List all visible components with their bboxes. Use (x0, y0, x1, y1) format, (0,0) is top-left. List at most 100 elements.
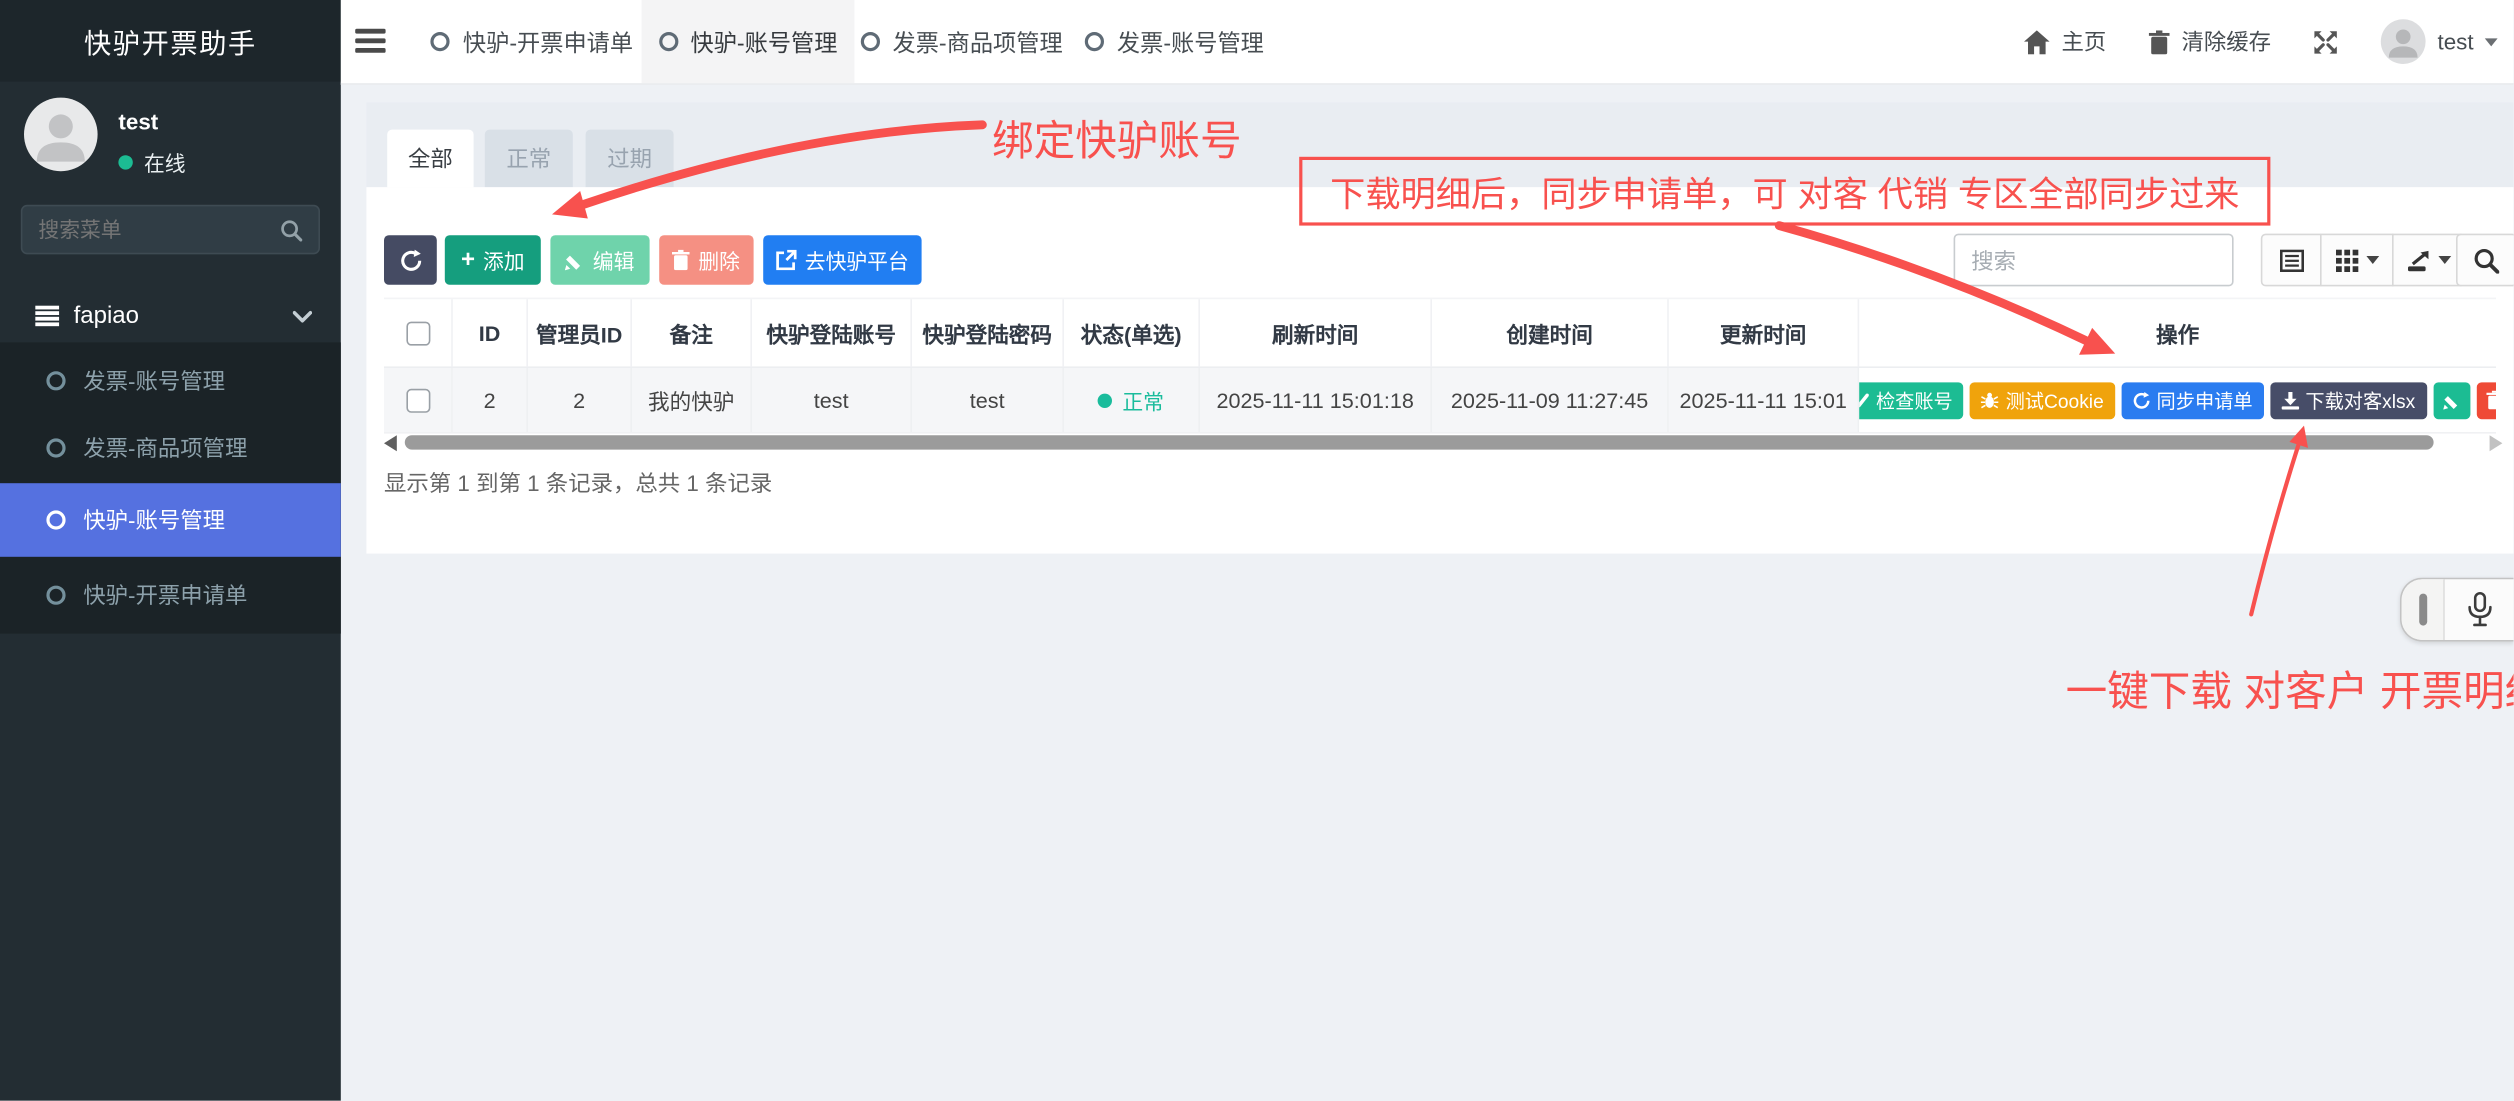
sidebar-search (21, 205, 320, 255)
topbar: 快驴-开票申请单 快驴-账号管理 发票-商品项管理 发票-账号管理 主页 (341, 0, 2514, 85)
cell-refresh-time: 2025-11-11 15:01:18 (1200, 368, 1432, 432)
refresh-icon (399, 249, 421, 271)
filter-tab-all[interactable]: 全部 (387, 130, 473, 188)
circle-icon (659, 32, 678, 51)
test-cookie-label: 测试Cookie (2006, 386, 2104, 413)
check-account-button[interactable]: 检查账号 (1859, 382, 1964, 419)
online-dot-icon (118, 155, 132, 169)
cell-status: 正常 (1064, 368, 1200, 432)
sidebar-item-kuailv-invoice[interactable]: 快驴-开票申请单 (0, 560, 341, 630)
go-platform-label: 去快驴平台 (805, 245, 909, 275)
handle-bar-icon (2418, 594, 2426, 626)
col-account[interactable]: 快驴登陆账号 (752, 299, 912, 366)
sync-requests-label: 同步申请单 (2157, 386, 2253, 413)
voice-input-widget (2400, 578, 2514, 642)
scroll-right-arrow[interactable] (2490, 435, 2503, 451)
menu-search-input[interactable] (22, 218, 280, 242)
tab-label: 快驴-开票申请单 (463, 25, 633, 59)
cell-update-time: 2025-11-11 15:01 (1669, 368, 1859, 432)
col-password[interactable]: 快驴登陆密码 (912, 299, 1064, 366)
filter-tab-label: 正常 (506, 142, 551, 174)
download-xlsx-button[interactable]: 下载对客xlsx (2270, 382, 2426, 419)
tab-fapiao-goods[interactable]: 发票-商品项管理 (854, 0, 1068, 83)
cell-create-time: 2025-11-09 11:27:45 (1432, 368, 1669, 432)
tab-label: 快驴-账号管理 (691, 25, 838, 59)
search-icon (2474, 247, 2500, 273)
col-status[interactable]: 状态(单选) (1064, 299, 1200, 366)
sidebar-item-label: 快驴-账号管理 (83, 504, 225, 536)
check-account-label: 检查账号 (1876, 386, 1953, 413)
col-update-time[interactable]: 更新时间 (1669, 299, 1859, 366)
search-icon (280, 218, 302, 240)
test-cookie-button[interactable]: 测试Cookie (1970, 382, 2115, 419)
scroll-left-arrow[interactable] (384, 435, 397, 451)
refresh-button[interactable] (384, 235, 437, 285)
pencil-icon (566, 250, 585, 269)
widget-drag-handle[interactable] (2402, 579, 2445, 640)
sidebar-item-kuailv-account[interactable]: 快驴-账号管理 (0, 483, 341, 557)
row-checkbox[interactable] (406, 388, 430, 412)
col-admin-id[interactable]: 管理员ID (528, 299, 632, 366)
panel-body: + 添加 编辑 删除 去快驴平台 (366, 187, 2513, 553)
fullscreen-icon (2314, 30, 2338, 54)
trash-icon (2149, 30, 2170, 54)
fullscreen-button[interactable] (2314, 30, 2338, 54)
export-button[interactable] (2392, 234, 2466, 287)
clear-cache-button[interactable]: 清除缓存 (2149, 26, 2271, 58)
status-label: 正常 (1122, 385, 1164, 415)
app-window: 快驴开票助手 test 在线 fapiao (0, 0, 2514, 1101)
add-button[interactable]: + 添加 (445, 235, 541, 285)
filter-tab-label: 过期 (607, 142, 652, 174)
sidebar-item-fapiao-goods[interactable]: 发票-商品项管理 (0, 413, 341, 483)
topbar-tabs: 快驴-开票申请单 快驴-账号管理 发票-商品项管理 发票-账号管理 (422, 0, 1280, 83)
tab-kuailv-account[interactable]: 快驴-账号管理 (642, 0, 855, 83)
home-button[interactable]: 主页 (2025, 26, 2107, 58)
table-row: 2 2 我的快驴 test test 正常 2025-11-11 15:01:1… (384, 368, 2496, 434)
col-refresh-time[interactable]: 刷新时间 (1200, 299, 1432, 366)
sync-icon (2133, 391, 2151, 409)
sidebar: 快驴开票助手 test 在线 fapiao (0, 0, 341, 1101)
col-id[interactable]: ID (453, 299, 528, 366)
col-create-time[interactable]: 创建时间 (1432, 299, 1669, 366)
edit-button[interactable]: 编辑 (550, 235, 649, 285)
hamburger-menu-icon[interactable] (355, 29, 385, 53)
go-platform-button[interactable]: 去快驴平台 (763, 235, 921, 285)
table-header-row: ID 管理员ID 备注 快驴登陆账号 快驴登陆密码 状态(单选) 刷新时间 创建… (384, 298, 2496, 368)
circle-icon (431, 32, 450, 51)
cell-id: 2 (453, 368, 528, 432)
topbar-avatar (2381, 19, 2426, 64)
cell-note: 我的快驴 (632, 368, 752, 432)
tab-kuailv-invoice[interactable]: 快驴-开票申请单 (422, 0, 641, 83)
annotation-download-note: 一键下载 对客户 开票明细 (2066, 659, 2514, 718)
scrollbar-thumb[interactable] (405, 435, 2434, 449)
plus-icon: + (461, 246, 475, 273)
download-icon (2281, 391, 2299, 409)
sidebar-group-fapiao[interactable]: fapiao (0, 290, 341, 343)
circle-icon (861, 32, 880, 51)
chevron-down-icon (293, 310, 312, 323)
sidebar-username: test (118, 109, 158, 135)
filter-tab-expired[interactable]: 过期 (586, 130, 674, 188)
annotation-note-box: 下载明细后，同步申请单，可 对客 代销 专区全部同步过来 (1299, 157, 2270, 226)
row-delete-button[interactable] (2476, 382, 2496, 419)
columns-button[interactable] (2320, 234, 2394, 287)
filter-tab-normal[interactable]: 正常 (485, 130, 573, 188)
col-note[interactable]: 备注 (632, 299, 752, 366)
external-link-icon (776, 250, 797, 271)
filter-tab-label: 全部 (408, 142, 453, 174)
microphone-button[interactable] (2445, 579, 2514, 640)
delete-button[interactable]: 删除 (659, 235, 753, 285)
home-label: 主页 (2061, 26, 2106, 58)
caret-down-icon (2366, 256, 2379, 264)
sidebar-item-fapiao-account[interactable]: 发票-账号管理 (0, 346, 341, 416)
select-all-checkbox[interactable] (406, 321, 430, 345)
user-menu[interactable]: test (2381, 19, 2497, 64)
annotation-bind-account: 绑定快驴账号 (992, 109, 1242, 168)
row-edit-button[interactable] (2433, 382, 2470, 419)
table-search-input[interactable] (1954, 234, 2234, 287)
search-toggle-button[interactable] (2456, 234, 2514, 287)
tab-fapiao-account[interactable]: 发票-账号管理 (1069, 0, 1280, 83)
sync-requests-button[interactable]: 同步申请单 (2121, 382, 2263, 419)
card-view-button[interactable] (2261, 234, 2322, 287)
circle-icon (46, 586, 65, 605)
